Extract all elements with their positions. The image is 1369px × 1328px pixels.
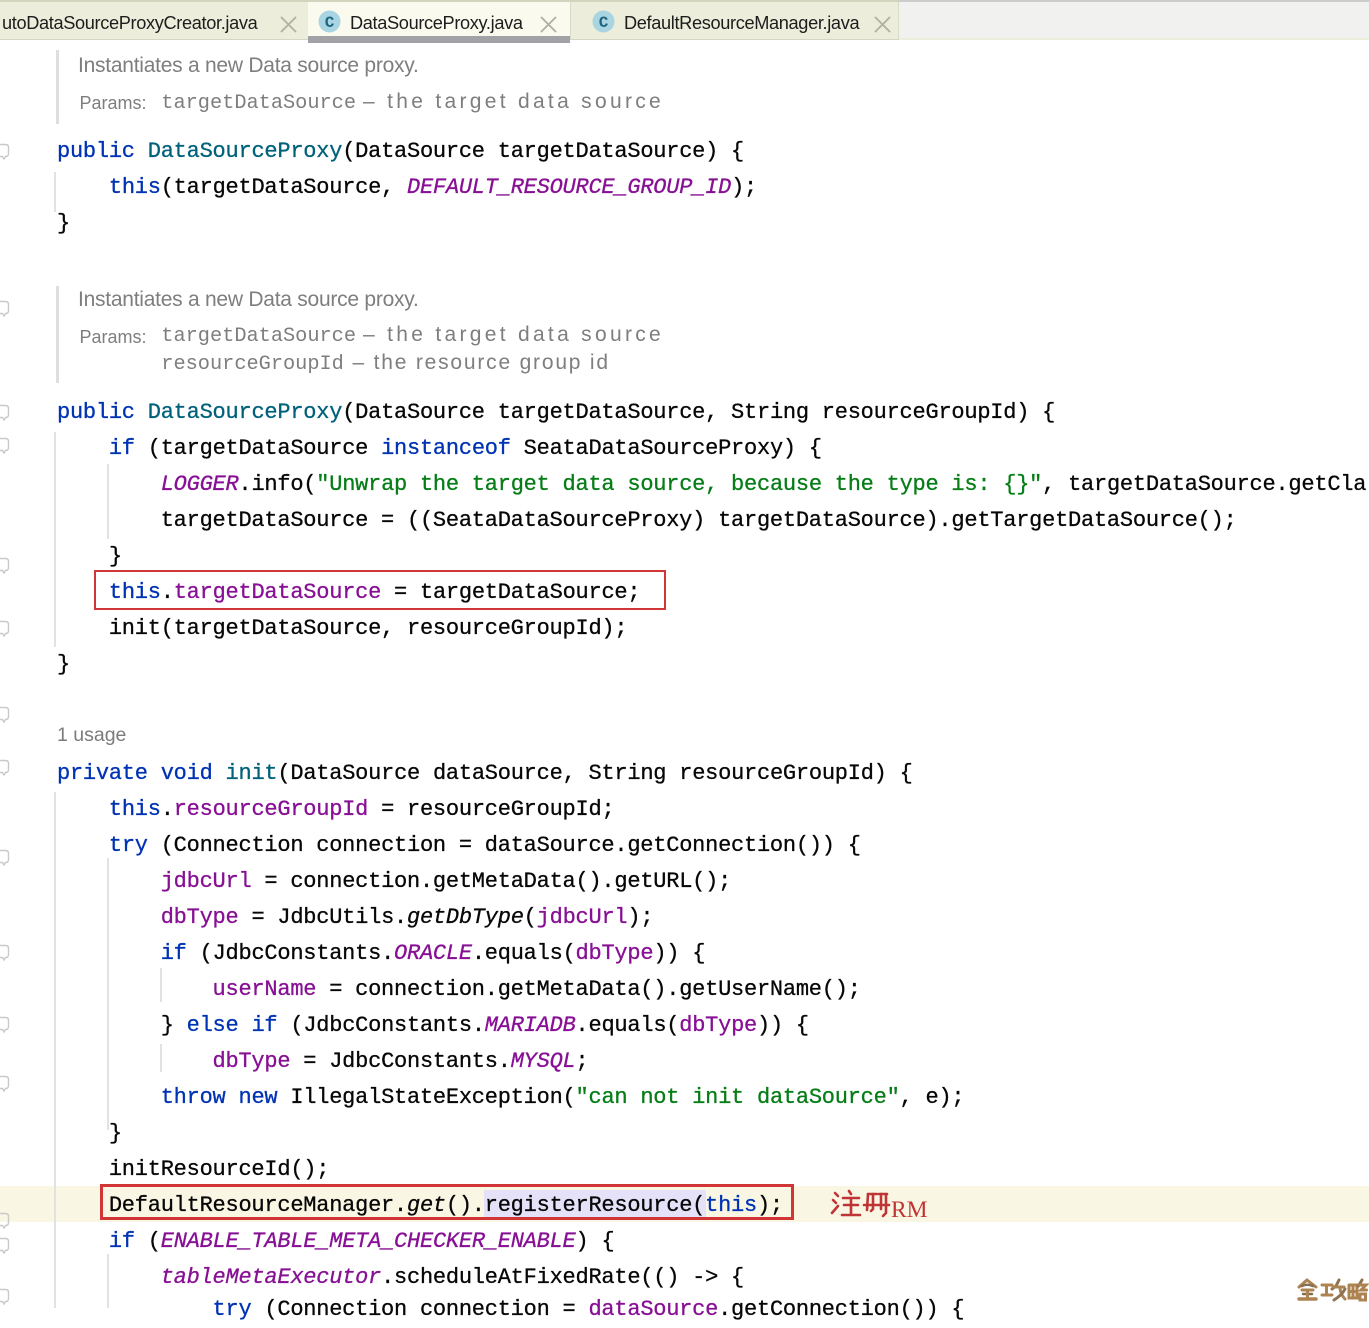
svg-text:C: C: [325, 14, 335, 32]
svg-text:C: C: [599, 14, 609, 32]
svg-text:RM: RM: [891, 1197, 928, 1222]
